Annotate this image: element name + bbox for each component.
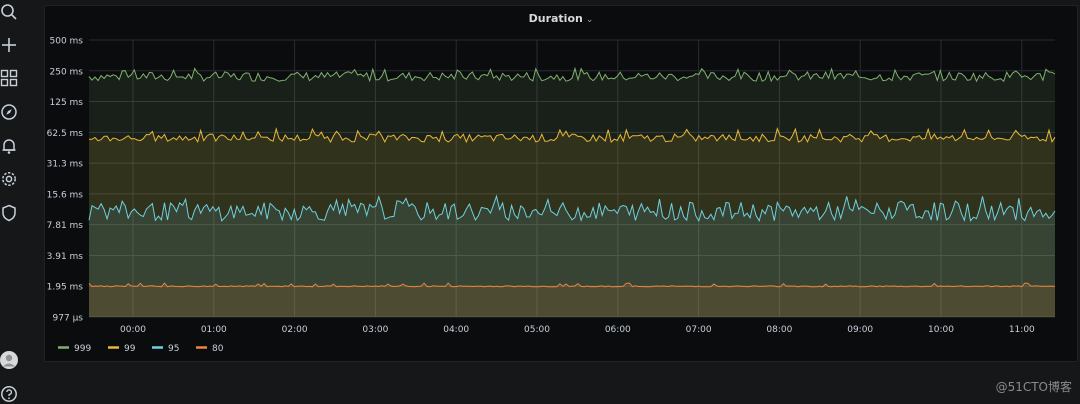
y-tick-label: 500 ms bbox=[50, 37, 84, 47]
legend-label-95: 95 bbox=[168, 344, 179, 354]
y-tick-label: 15.6 ms bbox=[47, 190, 84, 200]
duration-chart: 500 ms 250 ms 125 ms 62.5 ms 31.3 ms 15.6 ms 7… bbox=[47, 37, 1056, 354]
x-tick-label: 06:00 bbox=[605, 325, 631, 335]
x-tick-label: 10:00 bbox=[928, 325, 954, 335]
series-area-80 bbox=[89, 283, 1055, 317]
y-tick-label: 31.3 ms bbox=[47, 160, 84, 170]
x-tick-label: 05:00 bbox=[524, 325, 550, 335]
legend-label-80: 80 bbox=[212, 344, 224, 354]
y-tick-label: 7.81 ms bbox=[47, 221, 84, 231]
x-tick-label: 00:00 bbox=[120, 325, 146, 335]
x-tick-label: 04:00 bbox=[443, 325, 469, 335]
x-tick-label: 07:00 bbox=[686, 325, 712, 335]
y-tick-label: 3.91 ms bbox=[47, 252, 84, 262]
x-tick-label: 01:00 bbox=[201, 325, 227, 335]
x-tick-label: 08:00 bbox=[766, 325, 792, 335]
y-tick-label: 1.95 ms bbox=[47, 283, 84, 293]
watermark: @51CTO博客 bbox=[995, 380, 1072, 394]
legend-label-999: 999 bbox=[74, 344, 91, 354]
y-tick-label: 977 µs bbox=[53, 314, 84, 324]
y-tick-label: 125 ms bbox=[50, 98, 84, 108]
x-tick-label: 02:00 bbox=[282, 325, 308, 335]
x-tick-label: 09:00 bbox=[847, 325, 873, 335]
x-tick-label: 11:00 bbox=[1009, 325, 1035, 335]
x-tick-label: 03:00 bbox=[362, 325, 388, 335]
y-tick-label: 62.5 ms bbox=[47, 129, 84, 139]
y-tick-label: 250 ms bbox=[50, 67, 84, 77]
legend-label-99: 99 bbox=[124, 344, 136, 354]
